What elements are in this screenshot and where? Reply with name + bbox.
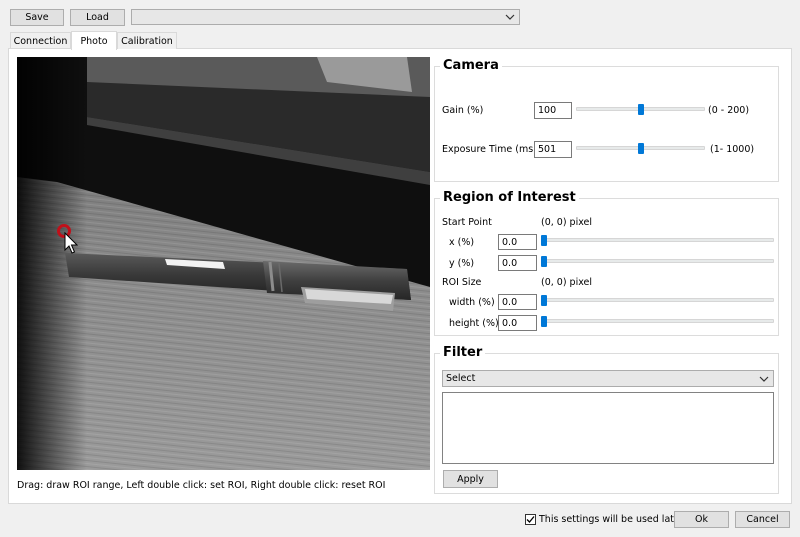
tab-connection[interactable]: Connection [10,32,71,49]
tab-photo[interactable]: Photo [71,31,117,50]
save-button[interactable]: Save [10,9,64,26]
roi-width-slider-track [541,298,774,302]
filter-select-value: Select [446,373,476,384]
preset-dropdown[interactable] [131,9,520,25]
exposure-slider-thumb[interactable] [638,143,644,154]
save-settings-checkbox[interactable] [525,514,536,525]
gain-slider[interactable] [576,104,705,117]
roi-y-label: y (%) [449,258,475,269]
roi-x-input[interactable]: 0.0 [498,234,537,250]
roi-size-value: (0, 0) pixel [541,277,593,288]
roi-x-slider[interactable] [541,234,774,247]
tab-calibration[interactable]: Calibration [117,32,177,49]
roi-x-label: x (%) [449,237,475,248]
checkmark-icon [526,516,535,523]
roi-height-input[interactable]: 0.0 [498,315,537,331]
camera-group-title: Camera [440,58,502,73]
camera-preview[interactable] [17,57,430,470]
camera-preview-image [17,57,430,470]
roi-x-slider-thumb[interactable] [541,235,547,246]
tab-connection-label: Connection [13,35,68,47]
roi-width-label: width (%) [449,297,495,308]
tab-calibration-label: Calibration [121,35,173,47]
load-button-label: Load [86,12,109,23]
gain-input[interactable]: 100 [534,102,572,119]
filter-select[interactable]: Select [442,370,774,387]
exposure-label: Exposure Time (ms) [442,144,537,155]
gain-slider-thumb[interactable] [638,104,644,115]
ok-button[interactable]: Ok [674,511,729,528]
roi-height-slider-track [541,319,774,323]
roi-height-label: height (%) [449,318,499,329]
exposure-slider[interactable] [576,143,705,156]
filter-group-title: Filter [440,345,486,360]
tab-photo-label: Photo [80,35,108,47]
roi-start-label: Start Point [442,217,492,228]
roi-width-slider-thumb[interactable] [541,295,547,306]
roi-y-input[interactable]: 0.0 [498,255,537,271]
roi-group-title: Region of Interest [440,190,579,205]
exposure-range: (1- 1000) [710,144,755,155]
roi-height-slider[interactable] [541,315,774,328]
roi-size-label: ROI Size [442,277,482,288]
save-button-label: Save [25,12,49,23]
roi-y-slider[interactable] [541,255,774,268]
roi-y-slider-thumb[interactable] [541,256,547,267]
exposure-input[interactable]: 501 [534,141,572,158]
roi-width-slider[interactable] [541,294,774,307]
gain-range: (0 - 200) [708,105,750,116]
load-button[interactable]: Load [70,9,125,26]
save-settings-label: This settings will be used later. [539,514,686,525]
roi-start-value: (0, 0) pixel [541,217,593,228]
roi-height-slider-thumb[interactable] [541,316,547,327]
roi-width-input[interactable]: 0.0 [498,294,537,310]
roi-x-slider-track [541,238,774,242]
cancel-button-label: Cancel [746,514,779,525]
preview-hint: Drag: draw ROI range, Left double click:… [17,480,386,491]
chevron-down-icon [505,14,515,20]
gain-label: Gain (%) [442,105,484,116]
filter-params-area[interactable] [442,392,774,464]
chevron-down-icon [759,376,769,382]
apply-button-label: Apply [457,473,484,485]
ok-button-label: Ok [695,514,708,525]
roi-y-slider-track [541,259,774,263]
cancel-button[interactable]: Cancel [735,511,790,528]
camera-group [434,66,779,182]
apply-button[interactable]: Apply [443,470,498,488]
